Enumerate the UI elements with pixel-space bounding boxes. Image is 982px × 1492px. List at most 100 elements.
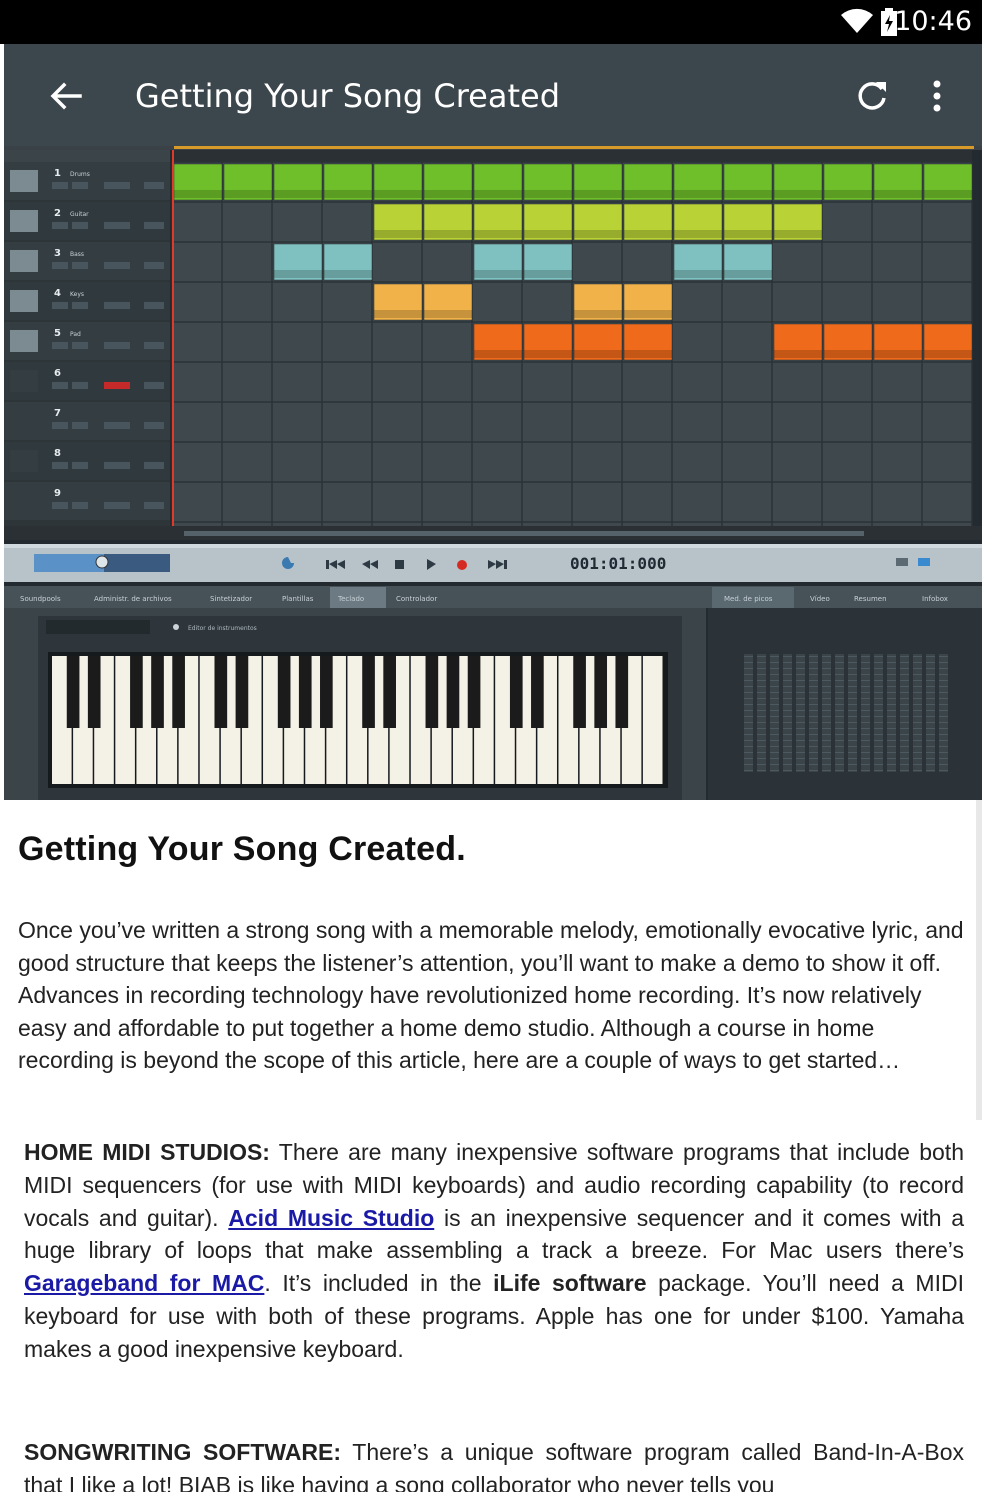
piano-black-key[interactable] [235, 656, 249, 728]
audio-clip[interactable] [473, 203, 523, 241]
audio-clip[interactable] [623, 163, 673, 201]
back-arrow-icon[interactable] [46, 76, 86, 116]
audio-clip[interactable] [523, 243, 573, 281]
article-hero-image: 1 Drums 2 Guitar 3 Bass 4 Keys 5 Pad 6 7 8 9 001:01:0… [4, 146, 982, 800]
audio-clip[interactable] [873, 323, 923, 361]
audio-clip[interactable] [773, 163, 823, 201]
audio-clip[interactable] [823, 163, 873, 201]
piano-white-key[interactable] [642, 656, 663, 784]
audio-clip[interactable] [373, 203, 423, 241]
audio-clip[interactable] [273, 163, 323, 201]
audio-clip[interactable] [823, 323, 873, 361]
instrument-icon [10, 290, 38, 312]
track-header[interactable]: 1 Drums [4, 162, 170, 200]
track-header[interactable]: 7 [4, 402, 170, 440]
panel-tab[interactable]: Infobox [922, 595, 948, 603]
piano-black-key[interactable] [66, 656, 80, 728]
audio-clip[interactable] [223, 163, 273, 201]
piano-black-key[interactable] [446, 656, 460, 728]
track-header[interactable]: 2 Guitar [4, 202, 170, 240]
panel-tab[interactable]: Vídeo [810, 595, 830, 603]
audio-clip[interactable] [273, 243, 323, 281]
audio-clip[interactable] [673, 163, 723, 201]
piano-black-key[interactable] [467, 656, 481, 728]
audio-clip[interactable] [923, 163, 973, 201]
audio-clip[interactable] [573, 203, 623, 241]
audio-clip[interactable] [573, 323, 623, 361]
audio-clip[interactable] [623, 283, 673, 321]
audio-clip[interactable] [523, 163, 573, 201]
scrollbar[interactable] [976, 800, 982, 1120]
audio-clip[interactable] [773, 323, 823, 361]
article-heading: Getting Your Song Created. [18, 830, 466, 868]
audio-clip[interactable] [623, 203, 673, 241]
piano-black-key[interactable] [277, 656, 291, 728]
transport-time-display: 001:01:000 [570, 554, 666, 573]
audio-clip[interactable] [573, 163, 623, 201]
more-vert-icon[interactable] [922, 76, 952, 116]
piano-black-key[interactable] [298, 656, 312, 728]
audio-clip[interactable] [523, 323, 573, 361]
audio-clip[interactable] [673, 243, 723, 281]
track-header[interactable]: 6 [4, 362, 170, 400]
track-header[interactable]: 4 Keys [4, 282, 170, 320]
audio-clip[interactable] [573, 283, 623, 321]
piano-black-key[interactable] [320, 656, 333, 728]
audio-clip[interactable] [523, 203, 573, 241]
audio-clip[interactable] [473, 163, 523, 201]
piano-black-key[interactable] [425, 656, 439, 728]
audio-clip[interactable] [473, 243, 523, 281]
paragraph-text: . It’s included in the [264, 1270, 494, 1297]
track-number: 5 [54, 328, 61, 339]
piano-black-key[interactable] [362, 656, 375, 728]
audio-clip[interactable] [373, 283, 423, 321]
panel-tab[interactable]: Administr. de archivos [94, 595, 172, 603]
audio-clip[interactable] [423, 163, 473, 201]
piano-black-key[interactable] [172, 656, 185, 728]
audio-clip[interactable] [723, 203, 773, 241]
article-paragraph: Once you’ve written a strong song with a… [18, 917, 964, 1074]
piano-black-key[interactable] [531, 656, 544, 728]
audio-clip[interactable] [423, 283, 473, 321]
audio-clip[interactable] [373, 163, 423, 201]
track-header[interactable]: 3 Bass [4, 242, 170, 280]
panel-tab[interactable]: Med. de picos [724, 595, 773, 603]
piano-black-key[interactable] [615, 656, 629, 728]
refresh-icon[interactable] [852, 76, 892, 116]
audio-clip[interactable] [723, 243, 773, 281]
audio-clip[interactable] [723, 163, 773, 201]
track-header[interactable]: 5 Pad [4, 322, 170, 360]
piano-black-key[interactable] [509, 656, 523, 728]
audio-clip[interactable] [473, 323, 523, 361]
panel-tab[interactable]: Plantillas [282, 595, 314, 603]
panel-tab[interactable]: Sintetizador [210, 595, 252, 603]
track-header[interactable]: 8 [4, 442, 170, 480]
piano-black-key[interactable] [573, 656, 586, 728]
piano-black-key[interactable] [151, 656, 164, 728]
audio-clip[interactable] [673, 203, 723, 241]
audio-clip[interactable] [873, 163, 923, 201]
audio-clip[interactable] [423, 203, 473, 241]
panel-tab[interactable]: Controlador [396, 595, 437, 603]
audio-clip[interactable] [323, 163, 373, 201]
piano-black-key[interactable] [214, 656, 228, 728]
track-header[interactable]: 9 [4, 482, 170, 520]
audio-clip[interactable] [923, 323, 973, 361]
panel-tab[interactable]: Soundpools [20, 595, 61, 603]
audio-clip[interactable] [623, 323, 673, 361]
panel-tab[interactable]: Resumen [854, 595, 887, 603]
piano-black-key[interactable] [130, 656, 143, 728]
article-paragraph-home-midi: HOME MIDI STUDIOS: There are many inexpe… [24, 1136, 964, 1366]
piano-black-key[interactable] [383, 656, 396, 728]
panel-tab[interactable]: Teclado [337, 595, 364, 603]
piano-black-key[interactable] [87, 656, 101, 728]
article-body: Getting Your Song Created. Once you’ve w… [0, 800, 982, 1492]
piano-black-key[interactable] [594, 656, 608, 728]
acid-music-studio-link[interactable]: Acid Music Studio [228, 1205, 434, 1231]
instrument-editor-button[interactable]: Editor de instrumentos [188, 625, 257, 632]
garageband-link[interactable]: Garageband for MAC [24, 1270, 264, 1296]
audio-clip[interactable] [323, 243, 373, 281]
track-number: 6 [54, 368, 61, 379]
audio-clip[interactable] [173, 163, 223, 201]
audio-clip[interactable] [773, 203, 823, 241]
